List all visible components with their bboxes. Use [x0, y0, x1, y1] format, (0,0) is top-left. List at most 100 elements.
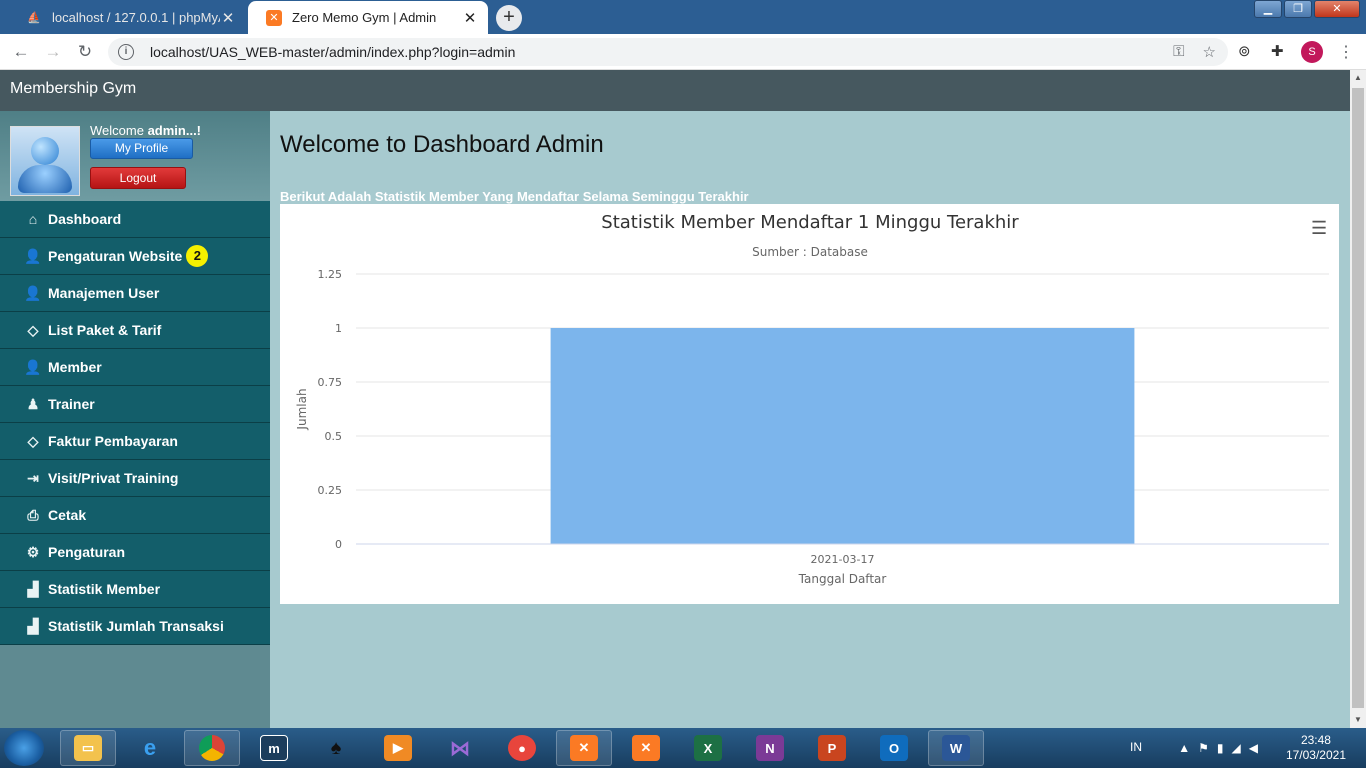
taskbar-chrome[interactable]	[184, 730, 240, 766]
inkscape-icon: ♠	[330, 736, 342, 759]
sidebar-item-dashboard[interactable]: ⌂ Dashboard	[0, 201, 270, 238]
my-profile-button[interactable]: My Profile	[90, 138, 193, 159]
sidebar-item-list-paket[interactable]: ◇ List Paket & Tarif	[0, 312, 270, 349]
excel-icon: X	[694, 735, 722, 761]
close-button[interactable]: ✕	[1314, 0, 1360, 18]
site-brand[interactable]: Membership Gym	[0, 70, 1350, 111]
taskbar-excel[interactable]: X	[680, 730, 736, 766]
sidebar-item-label: Statistik Jumlah Transaksi	[48, 618, 224, 634]
tab-close-icon[interactable]: ✕	[220, 9, 236, 27]
sidebar-item-cetak[interactable]: ⎙ Cetak	[0, 497, 270, 534]
sidebar-item-statistik-member[interactable]: ▟ Statistik Member	[0, 571, 270, 608]
sidebar-item-statistik-transaksi[interactable]: ▟ Statistik Jumlah Transaksi	[0, 608, 270, 645]
user-avatar	[10, 126, 80, 196]
sidebar-item-faktur-pembayaran[interactable]: ◇ Faktur Pembayaran	[0, 423, 270, 460]
scroll-up-icon[interactable]: ▲	[1350, 70, 1366, 86]
chart-menu-icon[interactable]: ☰	[1311, 218, 1327, 239]
browser-menu-icon[interactable]: ⋮	[1338, 42, 1354, 62]
maximize-button[interactable]: ❐	[1284, 0, 1312, 18]
taskbar-onenote[interactable]: N	[742, 730, 798, 766]
tab-close-icon[interactable]: ✕	[462, 9, 478, 27]
language-indicator[interactable]: IN	[1130, 740, 1142, 754]
sidebar-item-pengaturan-website[interactable]: 👤 Pengaturan Website 2	[0, 238, 270, 275]
gear-icon: ⚙	[26, 543, 40, 560]
sidebar-item-label: Pengaturan	[48, 544, 126, 560]
taskbar-vs[interactable]: ⋈	[432, 730, 488, 766]
start-button[interactable]	[4, 730, 44, 766]
taskbar-explorer[interactable]: ▭	[60, 730, 116, 766]
back-icon[interactable]: ←	[10, 41, 32, 63]
chart-subtitle: Sumber : Database	[752, 245, 868, 259]
m-icon: m	[260, 735, 288, 761]
onenote-icon: N	[756, 735, 784, 761]
sidebar-item-label: Pengaturan Website	[48, 248, 183, 264]
y-tick-label: 0	[335, 538, 342, 551]
y-axis-label: Jumlah	[295, 388, 309, 430]
minimize-button[interactable]: ▁	[1254, 0, 1282, 18]
profile-avatar[interactable]: S	[1301, 41, 1323, 63]
puzzle-icon[interactable]: ✚	[1271, 42, 1284, 60]
taskbar-xampp2[interactable]: ✕	[618, 730, 674, 766]
sidebar-item-label: Trainer	[48, 396, 95, 412]
y-tick-label: 1.25	[318, 268, 343, 281]
sidebar-item-member[interactable]: 👤 Member	[0, 349, 270, 386]
chart-card: Statistik Member Mendaftar 1 Minggu Tera…	[280, 204, 1339, 604]
taskbar-xampp[interactable]: ✕	[556, 730, 612, 766]
reload-icon[interactable]: ↻	[74, 41, 96, 63]
key-icon[interactable]: ⚿	[1173, 43, 1184, 61]
url-field[interactable]: i localhost/UAS_WEB-master/admin/index.p…	[108, 38, 1228, 66]
sidebar-item-manajemen-user[interactable]: 👤 Manajemen User	[0, 275, 270, 312]
clock-date: 17/03/2021	[1285, 748, 1346, 762]
tab-label: Zero Memo Gym | Admin	[292, 10, 437, 25]
tray-icons[interactable]: ▲⚑▮◢◀	[1178, 741, 1266, 755]
phpmyadmin-favicon-icon: ⛵	[27, 12, 41, 24]
bar-chart: Statistik Member Mendaftar 1 Minggu Tera…	[295, 212, 1329, 586]
page-scrollbar[interactable]: ▲ ▼	[1350, 70, 1366, 728]
home-icon: ⌂	[28, 211, 38, 227]
profile-panel: Welcome admin...! My Profile Logout	[0, 111, 270, 201]
taskbar-media[interactable]: ▶	[370, 730, 426, 766]
taskbar-inkscape[interactable]: ♠	[308, 730, 364, 766]
main-content: Welcome to Dashboard Admin Berikut Adala…	[270, 111, 1350, 728]
sidebar-item-label: Member	[48, 359, 102, 375]
taskbar-outlook[interactable]: O	[866, 730, 922, 766]
scroll-down-icon[interactable]: ▼	[1350, 712, 1366, 728]
info-icon[interactable]: i	[118, 44, 134, 60]
logout-button[interactable]: Logout	[90, 167, 186, 189]
sidebar-item-visit-training[interactable]: ⇥ Visit/Privat Training	[0, 460, 270, 497]
taskbar-ie[interactable]: e	[122, 730, 178, 766]
tab-phpmyadmin[interactable]: ⛵ localhost / 127.0.0.1 | phpMyAdmin ✕	[8, 1, 246, 34]
powerpoint-icon: P	[818, 735, 846, 761]
bar	[550, 328, 1135, 544]
bar-chart-icon: ▟	[27, 617, 39, 634]
star-icon[interactable]: ☆	[1203, 43, 1216, 61]
notification-badge: 2	[186, 245, 209, 267]
media-icon: ▶	[384, 735, 412, 761]
sidebar-item-pengaturan[interactable]: ⚙ Pengaturan	[0, 534, 270, 571]
user-icon: 👤	[24, 247, 42, 264]
visual-studio-icon: ⋈	[450, 737, 470, 760]
tab-admin[interactable]: ✕ Zero Memo Gym | Admin ✕	[248, 1, 488, 34]
y-tick-label: 0.75	[318, 376, 343, 389]
xampp-icon: ✕	[632, 735, 660, 761]
tag-icon: ◇	[27, 432, 39, 449]
taskbar-app-m[interactable]: m	[246, 730, 302, 766]
sidebar-item-label: Visit/Privat Training	[48, 470, 179, 486]
extension-icon[interactable]: ⊚	[1238, 42, 1251, 60]
ie-icon: e	[143, 735, 157, 760]
taskbar-word[interactable]: W	[928, 730, 984, 766]
taskbar-camera[interactable]: ●	[494, 730, 550, 766]
sign-in-icon: ⇥	[27, 469, 39, 486]
clock[interactable]: 23:48 17/03/2021	[1286, 733, 1346, 763]
forward-icon[interactable]: →	[42, 41, 64, 63]
y-tick-label: 0.5	[325, 430, 343, 443]
address-bar: ← → ↻ i localhost/UAS_WEB-master/admin/i…	[0, 34, 1366, 70]
welcome-text: Welcome admin...!	[90, 123, 201, 138]
sidebar-item-trainer[interactable]: ♟ Trainer	[0, 386, 270, 423]
scroll-thumb[interactable]	[1352, 88, 1364, 708]
new-tab-button[interactable]: +	[496, 5, 522, 31]
tag-icon: ◇	[27, 321, 39, 338]
taskbar-powerpoint[interactable]: P	[804, 730, 860, 766]
user-icon: 👤	[24, 358, 42, 375]
x-tick-label: 2021-03-17	[811, 553, 875, 566]
